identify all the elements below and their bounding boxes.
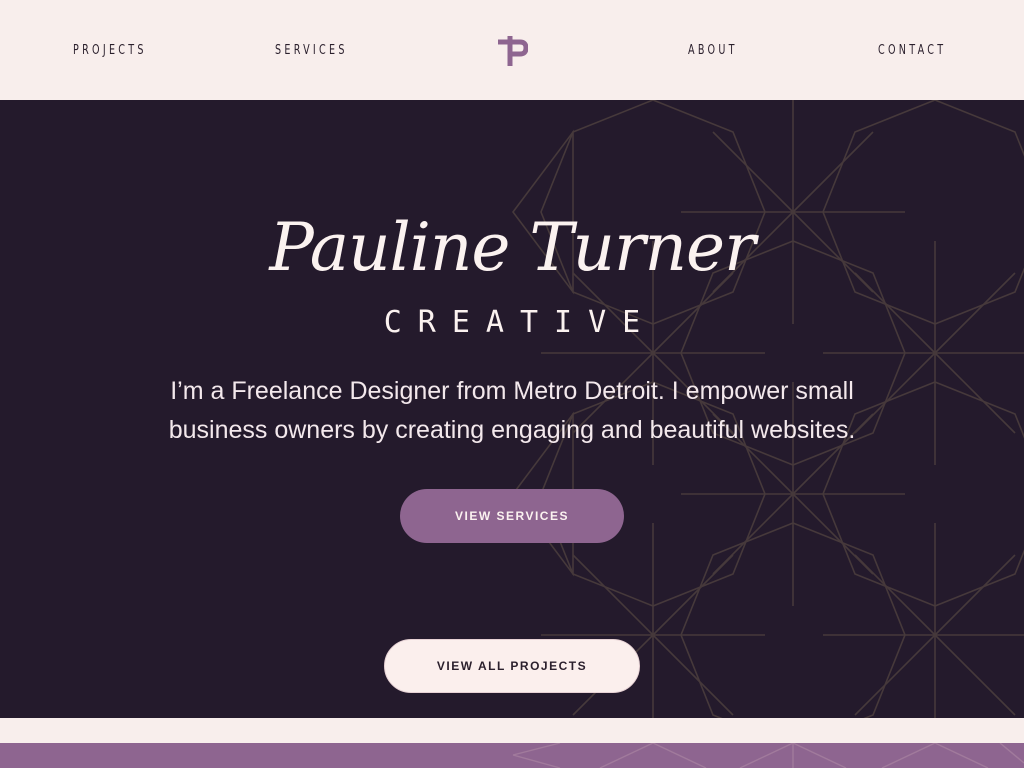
section-divider — [0, 718, 1024, 743]
logo-link[interactable] — [496, 34, 529, 68]
site-header: PROJECTS SERVICES ABOUT CONTACT — [0, 0, 1024, 100]
nav-contact[interactable]: CONTACT — [878, 42, 946, 60]
hero-description: I’m a Freelance Designer from Metro Detr… — [168, 377, 856, 444]
nav-projects[interactable]: PROJECTS — [73, 42, 147, 60]
hero-name-script: Pauline Turner — [269, 209, 755, 286]
nav-about[interactable]: ABOUT — [688, 42, 738, 60]
band-pattern — [512, 743, 1024, 768]
p-monogram-icon — [498, 36, 529, 66]
view-all-projects-button[interactable]: VIEW ALL PROJECTS — [384, 639, 640, 693]
view-services-button[interactable]: VIEW SERVICES — [400, 489, 624, 543]
hero-section: Pauline Turner CREATIVE I’m a Freelance … — [0, 100, 1024, 718]
hero-subtitle: CREATIVE — [383, 305, 657, 340]
nav-services[interactable]: SERVICES — [275, 42, 348, 60]
next-section-band — [0, 743, 1024, 768]
